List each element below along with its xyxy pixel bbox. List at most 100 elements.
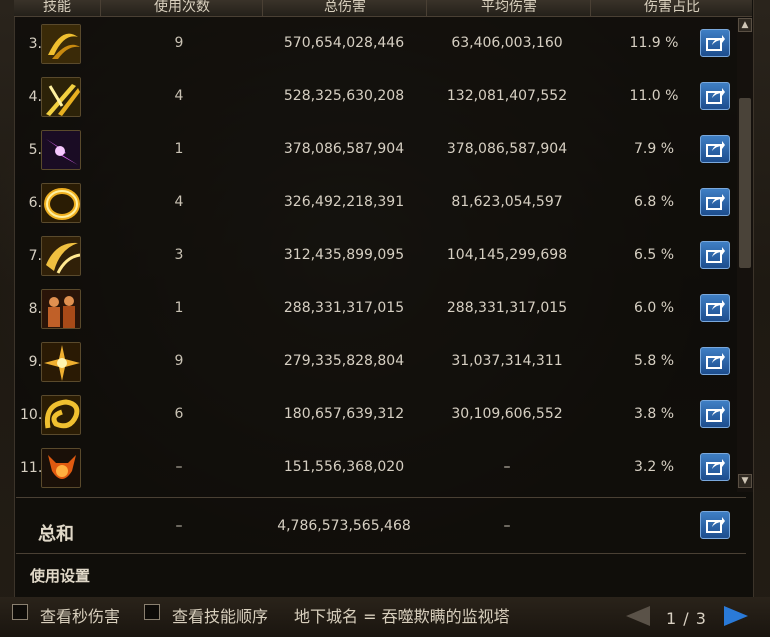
summary-label: 总和 [38, 524, 74, 545]
header-avg-damage: 平均伤害 [426, 0, 591, 16]
row-avg-damage: 378,086,587,904 [446, 141, 568, 157]
header-uses: 使用次数 [100, 0, 263, 16]
crescent-slash-icon [41, 24, 81, 64]
row-rank: 9. [28, 354, 42, 370]
next-page-icon[interactable] [722, 604, 752, 628]
row-uses: 4 [174, 88, 184, 104]
row-damage-share: 11.0 % [629, 88, 679, 104]
row-total-damage: 151,556,368,020 [283, 459, 405, 475]
row-damage-share: 6.5 % [633, 247, 675, 263]
scroll-thumb[interactable] [739, 98, 751, 268]
page-indicator: 1 / 3 [666, 609, 707, 628]
settings-divider [16, 553, 746, 554]
row-avg-damage: 63,406,003,160 [451, 35, 563, 51]
row-uses: 9 [174, 353, 184, 369]
golden-vortex-icon [41, 395, 81, 435]
row-rank: 10. [20, 407, 43, 423]
row-total-damage: 180,657,639,312 [283, 406, 405, 422]
share-button[interactable] [700, 347, 730, 375]
share-button[interactable] [700, 188, 730, 216]
row-uses: – [175, 459, 183, 475]
row-avg-damage: 30,109,606,552 [451, 406, 563, 422]
share-icon [706, 35, 725, 51]
share-button[interactable] [700, 241, 730, 269]
row-uses: 1 [174, 141, 184, 157]
row-rank: 7. [28, 248, 42, 264]
scroll-up-button[interactable]: ▲ [738, 18, 752, 32]
settings-tab[interactable]: 使用设置 [16, 555, 126, 593]
row-avg-damage: 104,145,299,698 [446, 247, 568, 263]
table-row: 5. 1 378,086,587,904 378,086,587,904 7.9 % [14, 124, 736, 177]
share-button[interactable] [700, 29, 730, 57]
row-uses: 4 [174, 194, 184, 210]
share-icon [706, 406, 725, 422]
row-rank: 4. [28, 89, 42, 105]
share-icon [706, 300, 725, 316]
table-header: 技能 使用次数 总伤害 平均伤害 伤害占比 [14, 0, 752, 17]
row-damage-share: 7.9 % [633, 141, 675, 157]
table-row: 9. 9 279,335,828,804 31,037,314,311 5.8 % [14, 336, 736, 389]
share-icon [706, 88, 725, 104]
row-uses: 9 [174, 35, 184, 51]
dungeon-name: 地下城名 = 吞噬欺瞒的监视塔 [294, 607, 510, 626]
share-icon [706, 517, 725, 533]
warriors-icon [41, 289, 81, 329]
golden-ring-icon [41, 183, 81, 223]
row-damage-share: 6.8 % [633, 194, 675, 210]
row-uses: 3 [174, 247, 184, 263]
scrollbar[interactable]: ▲ ▼ [737, 18, 753, 492]
summary-total: 4,786,573,565,468 [277, 518, 411, 534]
checkbox-skill-order[interactable] [144, 604, 160, 620]
row-rank: 8. [28, 301, 42, 317]
row-avg-damage: 132,081,407,552 [446, 88, 568, 104]
share-icon [706, 247, 725, 263]
option-skill-order-label[interactable]: 查看技能顺序 [172, 603, 268, 627]
share-icon [706, 194, 725, 210]
option-dps-label[interactable]: 查看秒伤害 [40, 603, 120, 627]
summary-avg: – [503, 518, 511, 534]
row-total-damage: 279,335,828,804 [283, 353, 405, 369]
table-row: 7. 3 312,435,899,095 104,145,299,698 6.5 % [14, 230, 736, 283]
scroll-down-button[interactable]: ▼ [738, 474, 752, 488]
share-button[interactable] [700, 453, 730, 481]
header-damage-share: 伤害占比 [590, 0, 752, 16]
pager: 1 / 3 [618, 600, 760, 630]
table-row: 10. 6 180,657,639,312 30,109,606,552 3.8 % [14, 389, 736, 442]
row-uses: 1 [174, 300, 184, 316]
wind-slash-icon [41, 236, 81, 276]
purple-lightning-icon [41, 130, 81, 170]
table-row: 6. 4 326,492,218,391 81,623,054,597 6.8 % [14, 177, 736, 230]
row-rank: 11. [20, 460, 43, 476]
table-row: 11. – 151,556,368,020 – 3.2 % [14, 442, 736, 495]
summary-uses: – [175, 518, 183, 534]
share-button[interactable] [700, 82, 730, 110]
row-damage-share: 5.8 % [633, 353, 675, 369]
row-damage-share: 3.8 % [633, 406, 675, 422]
row-damage-share: 11.9 % [629, 35, 679, 51]
share-icon [706, 459, 725, 475]
demon-emblem-icon [41, 448, 81, 488]
row-total-damage: 378,086,587,904 [283, 141, 405, 157]
spark-burst-icon [41, 342, 81, 382]
row-total-damage: 326,492,218,391 [283, 194, 405, 210]
table-row: 8. 1 288,331,317,015 288,331,317,015 6.0 % [14, 283, 736, 336]
share-icon [706, 353, 725, 369]
summary-share-button[interactable] [700, 511, 730, 539]
row-avg-damage: – [503, 459, 511, 475]
share-button[interactable] [700, 294, 730, 322]
header-total-damage: 总伤害 [262, 0, 427, 16]
share-button[interactable] [700, 400, 730, 428]
row-rank: 3. [28, 36, 42, 52]
header-skill: 技能 [43, 0, 71, 15]
row-total-damage: 288,331,317,015 [283, 300, 405, 316]
row-rank: 6. [28, 195, 42, 211]
settings-label: 使用设置 [30, 567, 91, 585]
prev-page-icon[interactable] [622, 604, 652, 628]
row-total-damage: 570,654,028,446 [283, 35, 405, 51]
row-total-damage: 528,325,630,208 [283, 88, 405, 104]
row-rank: 5. [28, 142, 42, 158]
checkbox-dps[interactable] [12, 604, 28, 620]
row-damage-share: 3.2 % [633, 459, 675, 475]
share-button[interactable] [700, 135, 730, 163]
table-row: 3. 9 570,654,028,446 63,406,003,160 11.9 % [14, 18, 736, 71]
